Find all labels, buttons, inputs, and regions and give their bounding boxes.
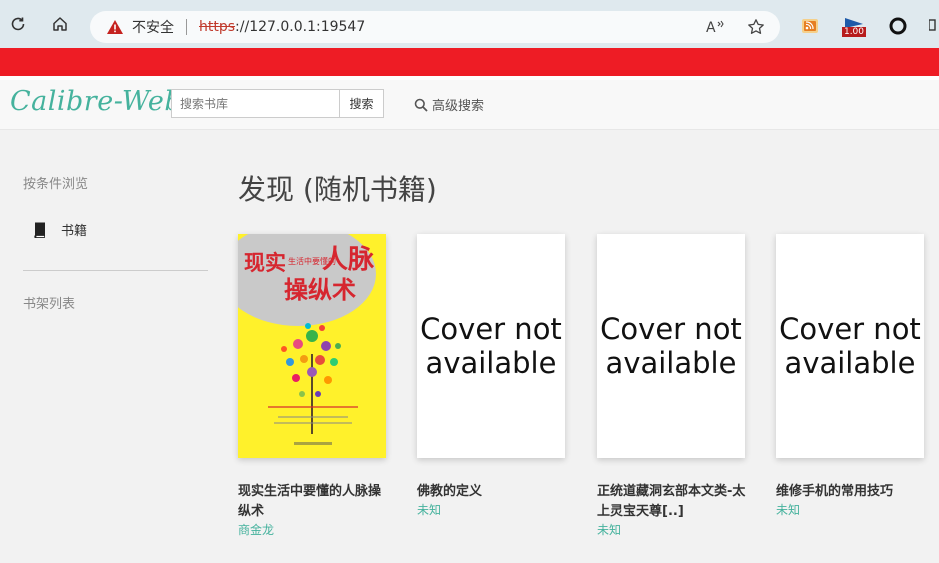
- cover-placeholder-text: Cover not available: [779, 312, 921, 380]
- advanced-search-link[interactable]: 高级搜索: [414, 95, 484, 114]
- book-cover[interactable]: Cover not available: [417, 234, 565, 458]
- sidebar-item-label: 书籍: [61, 224, 88, 239]
- home-icon[interactable]: [48, 12, 72, 36]
- book-cover[interactable]: 现实 生活中要懂的 人脉 操纵术: [238, 234, 386, 458]
- book-title[interactable]: 现实生活中要懂的人脉操纵术: [238, 482, 388, 522]
- book-card: 现实 生活中要懂的 人脉 操纵术 现实生活中要懂的人脉操纵术 商金龙: [238, 234, 388, 538]
- browser-toolbar: 不安全 https://127.0.0.1:19547 A 1.00: [0, 0, 939, 48]
- app-header: Calibre-Web 搜索 高级搜索: [0, 80, 939, 130]
- insecure-label[interactable]: 不安全: [132, 17, 174, 37]
- book-author[interactable]: 未知: [597, 522, 747, 538]
- speed-extension-icon[interactable]: 1.00: [840, 14, 868, 38]
- warning-icon[interactable]: [106, 19, 124, 35]
- red-banner: [0, 48, 939, 78]
- record-extension-icon[interactable]: [888, 14, 908, 38]
- shelves-heading: 书架列表: [23, 297, 76, 312]
- cover-placeholder-text: Cover not available: [420, 312, 562, 380]
- book-cover[interactable]: Cover not available: [597, 234, 745, 458]
- book-author[interactable]: 未知: [417, 502, 567, 518]
- sidebar-divider: [23, 270, 208, 271]
- address-separator: [186, 19, 187, 35]
- book-card: Cover not available 正统道藏洞玄部本文类-太上灵宝天尊[..…: [597, 234, 747, 538]
- url-scheme: https: [199, 19, 236, 35]
- rss-extension-icon[interactable]: [800, 14, 820, 38]
- search-input[interactable]: [171, 89, 339, 118]
- cover-title-b: 人脉: [322, 245, 375, 275]
- cover-title-d: 操纵术: [284, 275, 356, 304]
- book-icon: [34, 222, 45, 238]
- calibre-web-logo[interactable]: Calibre-Web: [10, 86, 182, 117]
- more-extensions-icon[interactable]: [928, 14, 939, 38]
- svg-text:A: A: [706, 20, 716, 36]
- reload-icon[interactable]: [6, 12, 30, 36]
- page-title: 发现 (随机书籍): [238, 173, 437, 206]
- extension-badge: 1.00: [841, 26, 867, 37]
- cover-title-a: 现实: [244, 250, 286, 275]
- url-host: ://127.0.0.1:19547: [235, 19, 366, 35]
- book-author[interactable]: 未知: [776, 502, 926, 518]
- book-card: Cover not available 佛教的定义 未知: [417, 234, 567, 518]
- search-button[interactable]: 搜索: [339, 89, 384, 118]
- advanced-search-label: 高级搜索: [432, 99, 485, 114]
- book-title[interactable]: 佛教的定义: [417, 482, 567, 502]
- browse-heading: 按条件浏览: [23, 177, 89, 192]
- read-aloud-icon[interactable]: A: [705, 16, 727, 38]
- magnifier-icon: [414, 98, 428, 112]
- favorite-star-icon[interactable]: [745, 16, 767, 38]
- book-cover-art: 现实 生活中要懂的 人脉 操纵术: [238, 234, 386, 458]
- cover-placeholder-text: Cover not available: [600, 312, 742, 380]
- book-title[interactable]: 维修手机的常用技巧: [776, 482, 926, 502]
- address-bar[interactable]: 不安全 https://127.0.0.1:19547 A: [90, 11, 780, 43]
- book-cover[interactable]: Cover not available: [776, 234, 924, 458]
- sidebar-item-books[interactable]: 书籍: [33, 220, 87, 239]
- book-author[interactable]: 商金龙: [238, 522, 388, 538]
- book-title[interactable]: 正统道藏洞玄部本文类-太上灵宝天尊[..]: [597, 482, 747, 522]
- book-card: Cover not available 维修手机的常用技巧 未知: [776, 234, 926, 518]
